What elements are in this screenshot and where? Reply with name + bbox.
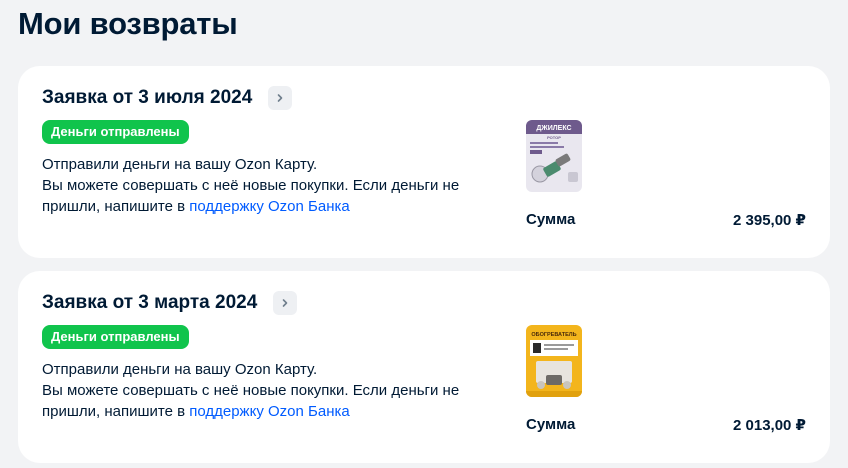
product-sublabel: РОТОР xyxy=(547,135,561,140)
message-line: Отправили деньги на вашу Ozon Карту. xyxy=(42,156,318,173)
sum-value: 2 013,00 ₽ xyxy=(733,417,806,434)
support-link[interactable]: поддержку Ozon Банка xyxy=(189,403,349,420)
return-message: Отправили деньги на вашу Ozon Карту. Вы … xyxy=(42,359,512,422)
open-return-button[interactable] xyxy=(273,291,298,315)
chevron-right-icon xyxy=(277,94,283,102)
chevron-right-icon xyxy=(283,299,288,307)
sum-label: Сумма xyxy=(526,416,576,433)
message-line: Отправили деньги на вашу Ozon Карту. xyxy=(42,361,318,378)
product-thumbnail[interactable]: ОБОГРЕВАТЕЛЬ xyxy=(526,325,582,397)
status-badge: Деньги отправлены xyxy=(42,325,189,349)
open-return-button[interactable] xyxy=(268,86,293,110)
return-card-header[interactable]: Заявка от 3 июля 2024 xyxy=(42,86,293,110)
sum-row: Сумма 2 013,00 ₽ xyxy=(526,416,806,434)
support-link[interactable]: поддержку Ozon Банка xyxy=(189,198,349,215)
return-card-header[interactable]: Заявка от 3 марта 2024 xyxy=(42,291,298,315)
return-card[interactable]: Заявка от 3 марта 2024 Деньги отправлены… xyxy=(18,271,830,463)
product-image-heater: ОБОГРЕВАТЕЛЬ xyxy=(526,325,582,397)
return-card-title[interactable]: Заявка от 3 июля 2024 xyxy=(42,87,252,109)
return-card[interactable]: Заявка от 3 июля 2024 Деньги отправлены … xyxy=(18,66,830,258)
product-label: ДЖИЛЕКС xyxy=(536,125,571,132)
sum-label: Сумма xyxy=(526,211,576,228)
product-thumbnail[interactable]: ДЖИЛЕКС РОТОР xyxy=(526,120,582,192)
return-card-title[interactable]: Заявка от 3 марта 2024 xyxy=(42,292,257,314)
sum-value: 2 395,00 ₽ xyxy=(733,212,806,229)
return-message: Отправили деньги на вашу Ozon Карту. Вы … xyxy=(42,154,512,217)
status-badge: Деньги отправлены xyxy=(42,120,189,144)
page-title: Мои возвраты xyxy=(18,6,238,41)
product-label: ОБОГРЕВАТЕЛЬ xyxy=(531,332,576,338)
sum-row: Сумма 2 395,00 ₽ xyxy=(526,211,806,229)
product-image-jileks: ДЖИЛЕКС РОТОР xyxy=(526,120,582,192)
